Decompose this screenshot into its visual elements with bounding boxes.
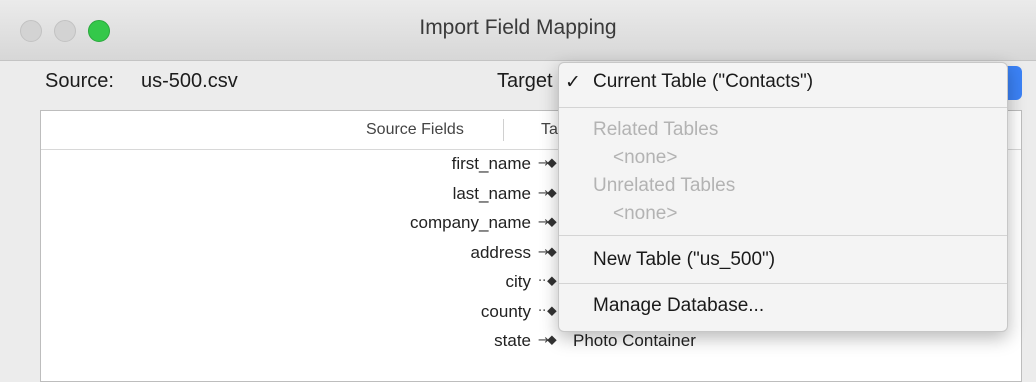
skip-mapping-icon[interactable]: ··: [538, 304, 546, 319]
source-field-name: company_name: [410, 213, 531, 232]
menu-item-label: Unrelated Tables: [593, 175, 736, 196]
column-divider[interactable]: [503, 119, 504, 141]
checkmark-icon: ✓: [565, 72, 581, 93]
menu-separator: [559, 235, 1007, 236]
target-field-stepper-icon[interactable]: ⬥: [547, 243, 557, 260]
column-header-source-fields[interactable]: Source Fields: [366, 121, 464, 139]
target-field-stepper-icon[interactable]: ⬥: [547, 302, 557, 319]
column-header-target-fields[interactable]: Ta: [541, 121, 558, 139]
target-table-dropdown-menu: ✓ Current Table ("Contacts") Related Tab…: [558, 62, 1008, 332]
menu-separator: [559, 107, 1007, 108]
target-field-stepper-icon[interactable]: ⬥: [547, 331, 557, 348]
target-field-stepper-icon[interactable]: ⬥: [547, 184, 557, 201]
source-field-name: address: [470, 242, 531, 262]
source-field-name: first_name: [451, 154, 531, 173]
target-field-name: Photo Container: [573, 331, 696, 350]
menu-item-label: Current Table ("Contacts"): [593, 71, 814, 92]
table-row[interactable]: state → ⬥ Photo Container: [41, 328, 1021, 358]
target-field-stepper-icon[interactable]: ⬥: [547, 154, 557, 171]
menu-item-label: Manage Database...: [593, 295, 765, 316]
menu-separator: [559, 283, 1007, 284]
menu-item-label: New Table ("us_500"): [593, 249, 776, 270]
source-field-name: city: [505, 272, 532, 291]
source-file-name: us-500.csv: [141, 70, 238, 92]
title-bar: Import Field Mapping: [0, 0, 1036, 61]
import-field-mapping-window: Import Field Mapping Source: us-500.csv …: [0, 0, 1036, 382]
window-title: Import Field Mapping: [419, 16, 617, 39]
menu-item-label: <none>: [613, 203, 678, 224]
source-field-name: county: [480, 301, 531, 321]
source-label: Source:: [45, 70, 114, 92]
menu-item-label: <none>: [613, 147, 678, 168]
target-field-stepper-icon[interactable]: ⬥: [547, 272, 557, 289]
target-label: Target: [497, 70, 553, 92]
source-field-name: last_name: [452, 183, 531, 203]
source-field-name: state: [494, 331, 531, 350]
target-field-stepper-icon[interactable]: ⬥: [547, 213, 557, 230]
menu-item-label: Related Tables: [593, 119, 719, 140]
skip-mapping-icon[interactable]: ··: [538, 274, 546, 289]
